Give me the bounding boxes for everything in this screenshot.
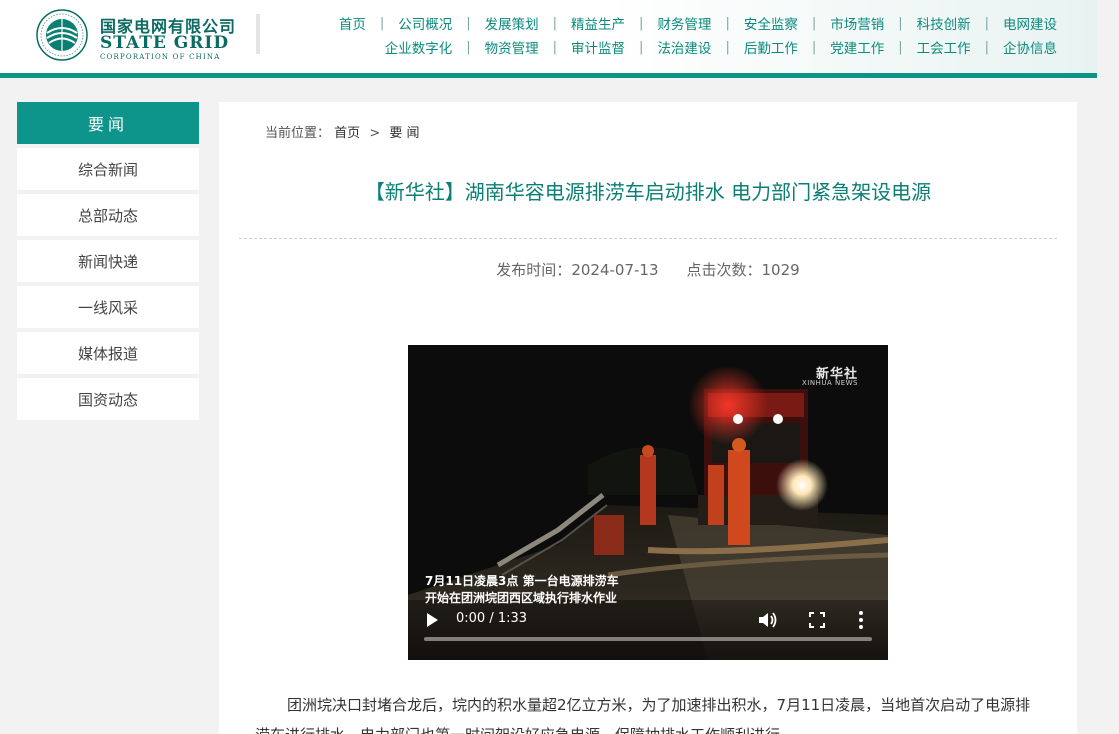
nav-separator: | (725, 39, 730, 55)
sidebar-heading: 要闻 (17, 102, 199, 144)
nav-union-work[interactable]: 工会工作 (917, 37, 971, 57)
published-date: 2024-07-13 (571, 261, 659, 279)
nav-tech-innovation[interactable]: 科技创新 (917, 13, 971, 33)
nav-separator: | (466, 39, 471, 55)
article-title: 【新华社】湖南华容电源排涝车启动排水 电力部门紧急架设电源 (364, 180, 932, 204)
breadcrumb-separator: > (369, 126, 381, 141)
click-count-label: 点击次数： (686, 261, 762, 279)
breadcrumb: 当前位置： 首页 > 要 闻 (265, 122, 420, 141)
nav-association-info[interactable]: 企协信息 (1003, 37, 1057, 57)
nav-separator: | (984, 39, 989, 55)
nav-audit-supervision[interactable]: 审计监督 (571, 37, 625, 57)
nav-separator: | (725, 15, 730, 31)
nav-materials-management[interactable]: 物资管理 (485, 37, 539, 57)
sidebar: 要闻 综合新闻 总部动态 新闻快递 一线风采 媒体报道 国资动态 (17, 102, 199, 420)
published-label: 发布时间： (496, 261, 572, 279)
main-nav-row-1: 首页 | 公司概况 | 发展策划 | 精益生产 | 财务管理 | 安全监察 | … (339, 13, 1057, 34)
site-header: 国家电网有限公司 STATE GRID CORPORATION OF CHINA… (0, 0, 1097, 78)
nav-rule-of-law[interactable]: 法治建设 (657, 37, 711, 57)
nav-separator: | (811, 39, 817, 55)
nav-separator: | (466, 15, 471, 31)
sidebar-item-hq-updates[interactable]: 总部动态 (17, 194, 199, 236)
nav-grid-construction[interactable]: 电网建设 (1003, 13, 1057, 33)
nav-separator: | (811, 15, 817, 31)
video-progress-bar[interactable] (424, 637, 872, 641)
xinhua-watermark-en: XINHUA NEWS (801, 379, 858, 387)
state-grid-logo-icon (36, 9, 88, 61)
main-nav-row-2: 企业数字化 | 物资管理 | 审计监督 | 法治建设 | 后勤工作 | 党建工作… (385, 37, 1057, 58)
play-icon[interactable] (424, 612, 440, 628)
breadcrumb-label: 当前位置： (265, 126, 331, 141)
nav-separator: | (552, 15, 558, 31)
sidebar-item-general-news[interactable]: 综合新闻 (17, 148, 199, 190)
title-divider (239, 238, 1057, 239)
logo-english-subtitle: CORPORATION OF CHINA (100, 53, 221, 61)
nav-separator: | (898, 15, 903, 31)
breadcrumb-home-link[interactable]: 首页 (334, 126, 360, 141)
sidebar-item-news-express[interactable]: 新闻快递 (17, 240, 199, 282)
click-count: 1029 (761, 261, 800, 279)
video-time-display: 0:00 / 1:33 (456, 611, 528, 626)
nav-party-building[interactable]: 党建工作 (830, 37, 884, 57)
nav-development-planning[interactable]: 发展策划 (485, 13, 539, 33)
logo-english-name: STATE GRID (100, 33, 230, 53)
video-caption-line-1: 7月11日凌晨3点 第一台电源排涝车 (425, 574, 619, 588)
nav-enterprise-digitalization[interactable]: 企业数字化 (385, 37, 453, 57)
more-vert-icon[interactable] (857, 610, 865, 630)
nav-separator: | (552, 39, 558, 55)
logo-divider (256, 14, 260, 54)
sidebar-item-media-reports[interactable]: 媒体报道 (17, 332, 199, 374)
article-paragraph: 团洲垸决口封堵合龙后，垸内的积水量超2亿立方米，为了加速排出积水，7月11日凌晨… (255, 696, 1031, 734)
nav-separator: | (984, 15, 989, 31)
nav-separator: | (639, 39, 644, 55)
fullscreen-icon[interactable] (808, 611, 826, 629)
breadcrumb-current[interactable]: 要 闻 (389, 126, 419, 141)
nav-separator: | (898, 39, 903, 55)
article-panel: 当前位置： 首页 > 要 闻 【新华社】湖南华容电源排涝车启动排水 电力部门紧急… (219, 102, 1077, 734)
nav-safety-supervision[interactable]: 安全监察 (744, 13, 798, 33)
nav-marketing[interactable]: 市场营销 (830, 13, 884, 33)
sidebar-item-frontline[interactable]: 一线风采 (17, 286, 199, 328)
sidebar-item-sasac-updates[interactable]: 国资动态 (17, 378, 199, 420)
video-player[interactable]: 新华社 XINHUA NEWS 7月11日凌晨3点 第一台电源排涝车 开始在团洲… (408, 345, 888, 660)
article-meta: 发布时间：2024-07-13 点击次数：1029 (219, 259, 1077, 280)
nav-lean-production[interactable]: 精益生产 (571, 13, 625, 33)
nav-financial-management[interactable]: 财务管理 (657, 13, 711, 33)
site-logo[interactable]: 国家电网有限公司 STATE GRID CORPORATION OF CHINA (36, 9, 266, 63)
nav-separator: | (639, 15, 644, 31)
video-controls: 0:00 / 1:33 (408, 599, 888, 660)
nav-separator: | (379, 15, 385, 31)
nav-logistics[interactable]: 后勤工作 (744, 37, 798, 57)
nav-company-overview[interactable]: 公司概况 (398, 13, 452, 33)
nav-home[interactable]: 首页 (339, 13, 366, 33)
volume-icon[interactable] (758, 611, 778, 629)
